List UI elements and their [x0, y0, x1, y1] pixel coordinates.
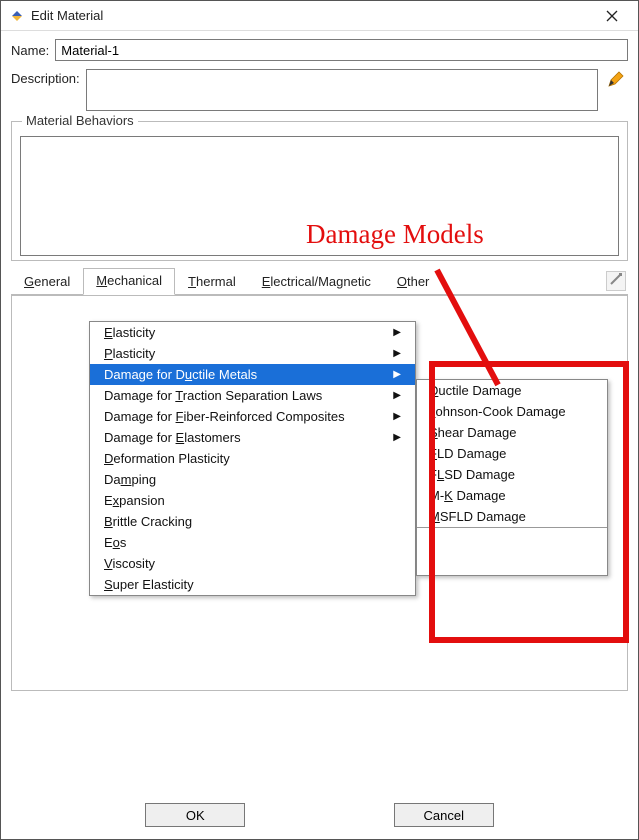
submenu-msfld-damage[interactable]: MSFLD Damage [417, 506, 607, 527]
material-behaviors-section: Material Behaviors [11, 121, 628, 261]
menu-damage-fiber[interactable]: Damage for Fiber-Reinforced Composites▶ [90, 406, 415, 427]
ok-button[interactable]: OK [145, 803, 245, 827]
submenu-fld-damage[interactable]: FLD Damage [417, 443, 607, 464]
tab-other[interactable]: Other [384, 269, 443, 295]
menu-plasticity[interactable]: Plasticity▶ [90, 343, 415, 364]
dialog-button-bar: OK Cancel [1, 803, 638, 827]
submenu-johnson-cook-damage[interactable]: Johnson-Cook Damage [417, 401, 607, 422]
chevron-right-icon: ▶ [393, 411, 401, 422]
name-input[interactable] [55, 39, 628, 61]
chevron-right-icon: ▶ [393, 327, 401, 338]
edit-material-dialog: Edit Material Name: Description: [0, 0, 639, 840]
tab-general[interactable]: General [11, 269, 83, 295]
menu-expansion[interactable]: Expansion [90, 490, 415, 511]
menu-brittle-cracking[interactable]: Brittle Cracking [90, 511, 415, 532]
tab-mechanical[interactable]: Mechanical [83, 268, 175, 295]
titlebar: Edit Material [1, 1, 638, 31]
close-button[interactable] [592, 2, 632, 30]
menu-eos[interactable]: Eos [90, 532, 415, 553]
submenu-shear-damage[interactable]: Shear Damage [417, 422, 607, 443]
chevron-right-icon: ▶ [393, 390, 401, 401]
material-behaviors-list[interactable] [20, 136, 619, 256]
pencil-icon [607, 71, 625, 92]
description-label: Description: [11, 69, 80, 86]
description-input[interactable] [86, 69, 598, 111]
behavior-category-tabs: General Mechanical Thermal Electrical/Ma… [11, 267, 628, 295]
material-behaviors-legend: Material Behaviors [22, 113, 138, 128]
damage-ductile-submenu: Ductile Damage Johnson-Cook Damage Shear… [416, 379, 608, 576]
chevron-right-icon: ▶ [393, 432, 401, 443]
cancel-button[interactable]: Cancel [394, 803, 494, 827]
submenu-empty-area [417, 527, 607, 573]
menu-damage-elastomers[interactable]: Damage for Elastomers▶ [90, 427, 415, 448]
chevron-right-icon: ▶ [393, 348, 401, 359]
menu-damage-traction[interactable]: Damage for Traction Separation Laws▶ [90, 385, 415, 406]
submenu-ductile-damage[interactable]: Ductile Damage [417, 380, 607, 401]
edit-description-button[interactable] [604, 69, 628, 93]
menu-super-elasticity[interactable]: Super Elasticity [90, 574, 415, 595]
menu-viscosity[interactable]: Viscosity [90, 553, 415, 574]
tab-electrical[interactable]: Electrical/Magnetic [249, 269, 384, 295]
menu-damage-ductile-metals[interactable]: Damage for Ductile Metals▶ [90, 364, 415, 385]
menu-damping[interactable]: Damping [90, 469, 415, 490]
mechanical-menu: Elasticity▶ Plasticity▶ Damage for Ducti… [89, 321, 416, 596]
menu-elasticity[interactable]: Elasticity▶ [90, 322, 415, 343]
name-label: Name: [11, 43, 49, 58]
menu-deformation-plasticity[interactable]: Deformation Plasticity [90, 448, 415, 469]
window-title: Edit Material [31, 8, 103, 23]
delete-behavior-button[interactable] [606, 271, 626, 291]
app-icon [9, 8, 25, 24]
delete-icon [610, 273, 622, 288]
chevron-right-icon: ▶ [393, 369, 401, 380]
submenu-mk-damage[interactable]: M-K Damage [417, 485, 607, 506]
tab-thermal[interactable]: Thermal [175, 269, 249, 295]
submenu-flsd-damage[interactable]: FLSD Damage [417, 464, 607, 485]
